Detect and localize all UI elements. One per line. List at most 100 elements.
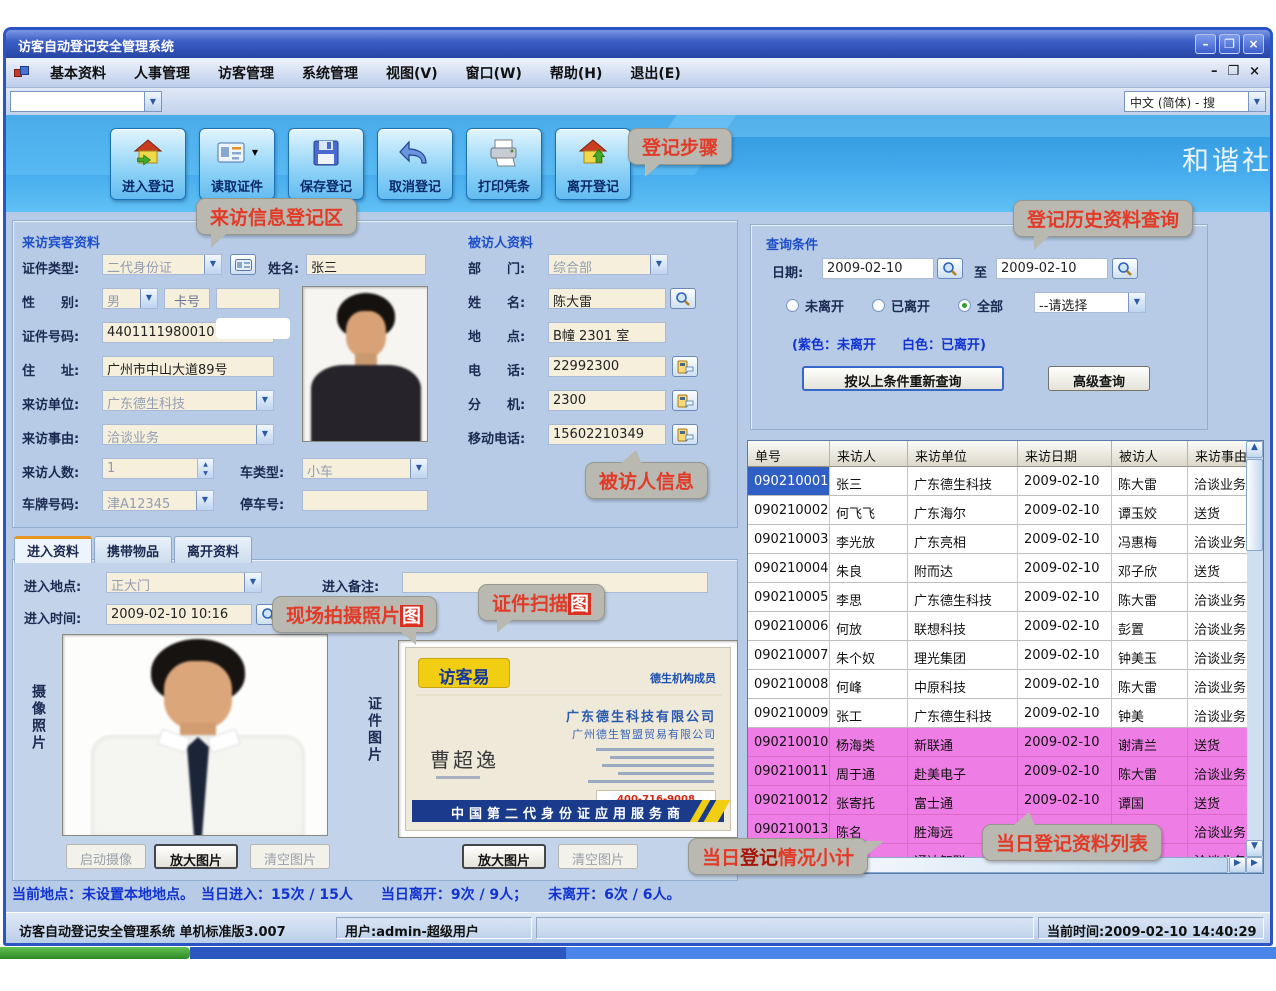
vertical-scroll-thumb[interactable] xyxy=(1246,459,1263,551)
start-camera-button[interactable]: 启动摄像 xyxy=(66,844,146,869)
minimize-icon[interactable]: – xyxy=(1195,34,1216,54)
toolbar-button-进入登记[interactable]: 进入登记 xyxy=(110,128,186,200)
mdi-minimize-icon[interactable]: – xyxy=(1211,64,1218,79)
advanced-query-button[interactable]: 高级查询 xyxy=(1048,366,1150,391)
dept-select[interactable]: 综合部 ▼ xyxy=(548,254,668,275)
date-to-input[interactable]: 2009-02-10 xyxy=(996,258,1108,279)
scroll-up-icon[interactable]: ▲ xyxy=(1246,441,1263,458)
mobile-input[interactable]: 15602210349 xyxy=(548,424,666,445)
column-header-被访人[interactable]: 被访人 xyxy=(1112,441,1188,467)
vehicle-type-select[interactable]: 小车 ▼ xyxy=(302,458,428,479)
visitor-name-input[interactable]: 张三 xyxy=(306,254,426,275)
table-row[interactable]: 090210002何飞飞广东海尔2009-02-10谭玉姣送货 xyxy=(748,496,1247,525)
interviewee-name-input[interactable]: 陈大雷 xyxy=(548,288,666,309)
table-row[interactable]: 090210012张寄托富士通2009-02-10谭国送货 xyxy=(748,786,1247,815)
table-row[interactable]: 090210009张工广东德生科技2009-02-10钟美洽谈业务 xyxy=(748,699,1247,728)
table-row[interactable]: 090210010杨海类新联通2009-02-10谢清兰送货 xyxy=(748,728,1247,757)
color-legend: (紫色：未离开 白色：已离开) xyxy=(792,334,986,353)
entry-time-input[interactable]: 2009-02-10 10:16 xyxy=(106,604,252,625)
tab-进入资料[interactable]: 进入资料 xyxy=(14,536,92,563)
menu-item[interactable]: 退出(E) xyxy=(616,63,694,83)
radio-全部[interactable]: 全部 xyxy=(958,296,1003,315)
radio-icon[interactable] xyxy=(786,299,799,312)
chevron-down-icon[interactable]: ▼ xyxy=(144,92,161,111)
toolbar-button-取消登记[interactable]: 取消登记 xyxy=(377,128,453,200)
mdi-restore-icon[interactable]: ❐ xyxy=(1227,64,1239,79)
toolbar-button-离开登记[interactable]: 离开登记 xyxy=(555,128,631,200)
menu-item[interactable]: 系统管理 xyxy=(288,63,372,83)
quick-select-combo[interactable]: ▼ xyxy=(10,91,162,112)
table-row[interactable]: 090210007朱个奴理光集团2009-02-10钟美玉洽谈业务 xyxy=(748,641,1247,670)
visit-company-select[interactable]: 广东德生科技 ▼ xyxy=(102,390,274,411)
gender-select[interactable]: 男 ▼ xyxy=(102,288,158,309)
menu-item[interactable]: 人事管理 xyxy=(120,63,204,83)
column-header-来访人[interactable]: 来访人 xyxy=(830,441,908,467)
table-row[interactable]: 090210011周于通赴美电子2009-02-10陈大雷洽谈业务 xyxy=(748,757,1247,786)
status-bar: 访客自动登记安全管理系统 单机标准版3.007 用户:admin-超级用户 当前… xyxy=(6,912,1270,943)
mobile-label: 移动电话: xyxy=(468,428,525,447)
scroll-right-icon[interactable]: ▶ xyxy=(1229,857,1246,873)
zoom-card-button[interactable]: 放大图片 xyxy=(462,844,546,869)
scroll-corner-right-icon[interactable]: ▶ xyxy=(1246,857,1263,873)
date-to-picker-button[interactable] xyxy=(1112,258,1138,279)
zoom-photo-button[interactable]: 放大图片 xyxy=(154,844,238,869)
filter-select[interactable]: --请选择 ▼ xyxy=(1034,292,1146,313)
date-from-picker-button[interactable] xyxy=(937,258,963,279)
dial-phone-button[interactable] xyxy=(672,356,698,377)
menu-item[interactable]: 窗口(W) xyxy=(452,63,536,83)
clear-card-button[interactable]: 清空图片 xyxy=(558,844,638,869)
column-header-单号[interactable]: 单号 xyxy=(748,441,830,467)
chevron-down-icon[interactable]: ▼ xyxy=(1248,92,1265,111)
visitor-count-stepper[interactable]: 1 ▲▼ xyxy=(102,458,214,479)
table-row[interactable]: 090210003李光放广东亮相2009-02-10冯惠梅洽谈业务 xyxy=(748,525,1247,554)
menu-item[interactable]: 帮助(H) xyxy=(536,63,617,83)
print-icon xyxy=(487,129,521,176)
cert-no-label: 证件号码: xyxy=(22,326,79,345)
dial-mobile-button[interactable] xyxy=(672,424,698,445)
radio-已离开[interactable]: 已离开 xyxy=(872,296,930,315)
requery-button[interactable]: 按以上条件重新查询 xyxy=(802,366,1004,391)
radio-icon[interactable] xyxy=(958,299,971,312)
parking-input[interactable] xyxy=(302,490,428,511)
clear-photo-button[interactable]: 清空图片 xyxy=(250,844,330,869)
close-icon[interactable]: × xyxy=(1243,34,1264,54)
toolbar-button-读取证件[interactable]: ▼读取证件 xyxy=(199,128,275,200)
mdi-close-icon[interactable]: × xyxy=(1249,64,1260,79)
address-input[interactable]: 广州市中山大道89号 xyxy=(102,356,274,377)
language-bar[interactable]: 中文 (简体) - 搜 ▼ xyxy=(1124,91,1266,112)
dial-ext-button[interactable] xyxy=(672,390,698,411)
plate-select[interactable]: 津A12345 ▼ xyxy=(102,490,214,511)
live-portrait-image xyxy=(63,635,327,835)
table-row[interactable]: 090210005李思广东德生科技2009-02-10陈大雷洽谈业务 xyxy=(748,583,1247,612)
radio-icon[interactable] xyxy=(872,299,885,312)
restore-icon[interactable]: ❐ xyxy=(1219,34,1240,54)
search-interviewee-button[interactable] xyxy=(670,288,696,309)
table-row[interactable]: 090210004朱良附而达2009-02-10邓子欣送货 xyxy=(748,554,1247,583)
column-header-来访日期[interactable]: 来访日期 xyxy=(1018,441,1112,467)
tab-携带物品[interactable]: 携带物品 xyxy=(94,536,172,563)
column-header-来访事由[interactable]: 来访事由 xyxy=(1188,441,1247,467)
callout-history-query: 登记历史资料查询 xyxy=(1013,200,1193,237)
table-row[interactable]: 090210008何峰中原科技2009-02-10陈大雷洽谈业务 xyxy=(748,670,1247,699)
radio-未离开[interactable]: 未离开 xyxy=(786,296,844,315)
menu-item[interactable]: 基本资料 xyxy=(36,63,120,83)
phone-input[interactable]: 22992300 xyxy=(548,356,666,377)
stepper-arrows-icon[interactable]: ▲▼ xyxy=(197,459,213,478)
toolbar-button-保存登记[interactable]: 保存登记 xyxy=(288,128,364,200)
table-row[interactable]: 090210006何放联想科技2009-02-10彭置洽谈业务 xyxy=(748,612,1247,641)
tab-离开资料[interactable]: 离开资料 xyxy=(174,536,252,563)
table-row[interactable]: 090210001张三广东德生科技2009-02-10陈大雷洽谈业务 xyxy=(748,467,1247,496)
card-no-input[interactable] xyxy=(216,288,280,309)
toolbar-button-打印凭条[interactable]: 打印凭条 xyxy=(466,128,542,200)
column-header-来访单位[interactable]: 来访单位 xyxy=(908,441,1018,467)
scroll-down-icon[interactable]: ▼ xyxy=(1246,840,1263,857)
menu-item[interactable]: 视图(V) xyxy=(372,63,452,83)
entry-place-select[interactable]: 正大门 ▼ xyxy=(106,572,262,593)
location-input[interactable]: B幢 2301 室 xyxy=(548,322,666,343)
visit-reason-select[interactable]: 洽谈业务 ▼ xyxy=(102,424,274,445)
read-idcard-button[interactable] xyxy=(230,254,256,275)
ext-input[interactable]: 2300 xyxy=(548,390,666,411)
cert-type-select[interactable]: 二代身份证 ▼ xyxy=(102,254,222,275)
menu-item[interactable]: 访客管理 xyxy=(204,63,288,83)
date-from-input[interactable]: 2009-02-10 xyxy=(822,258,934,279)
